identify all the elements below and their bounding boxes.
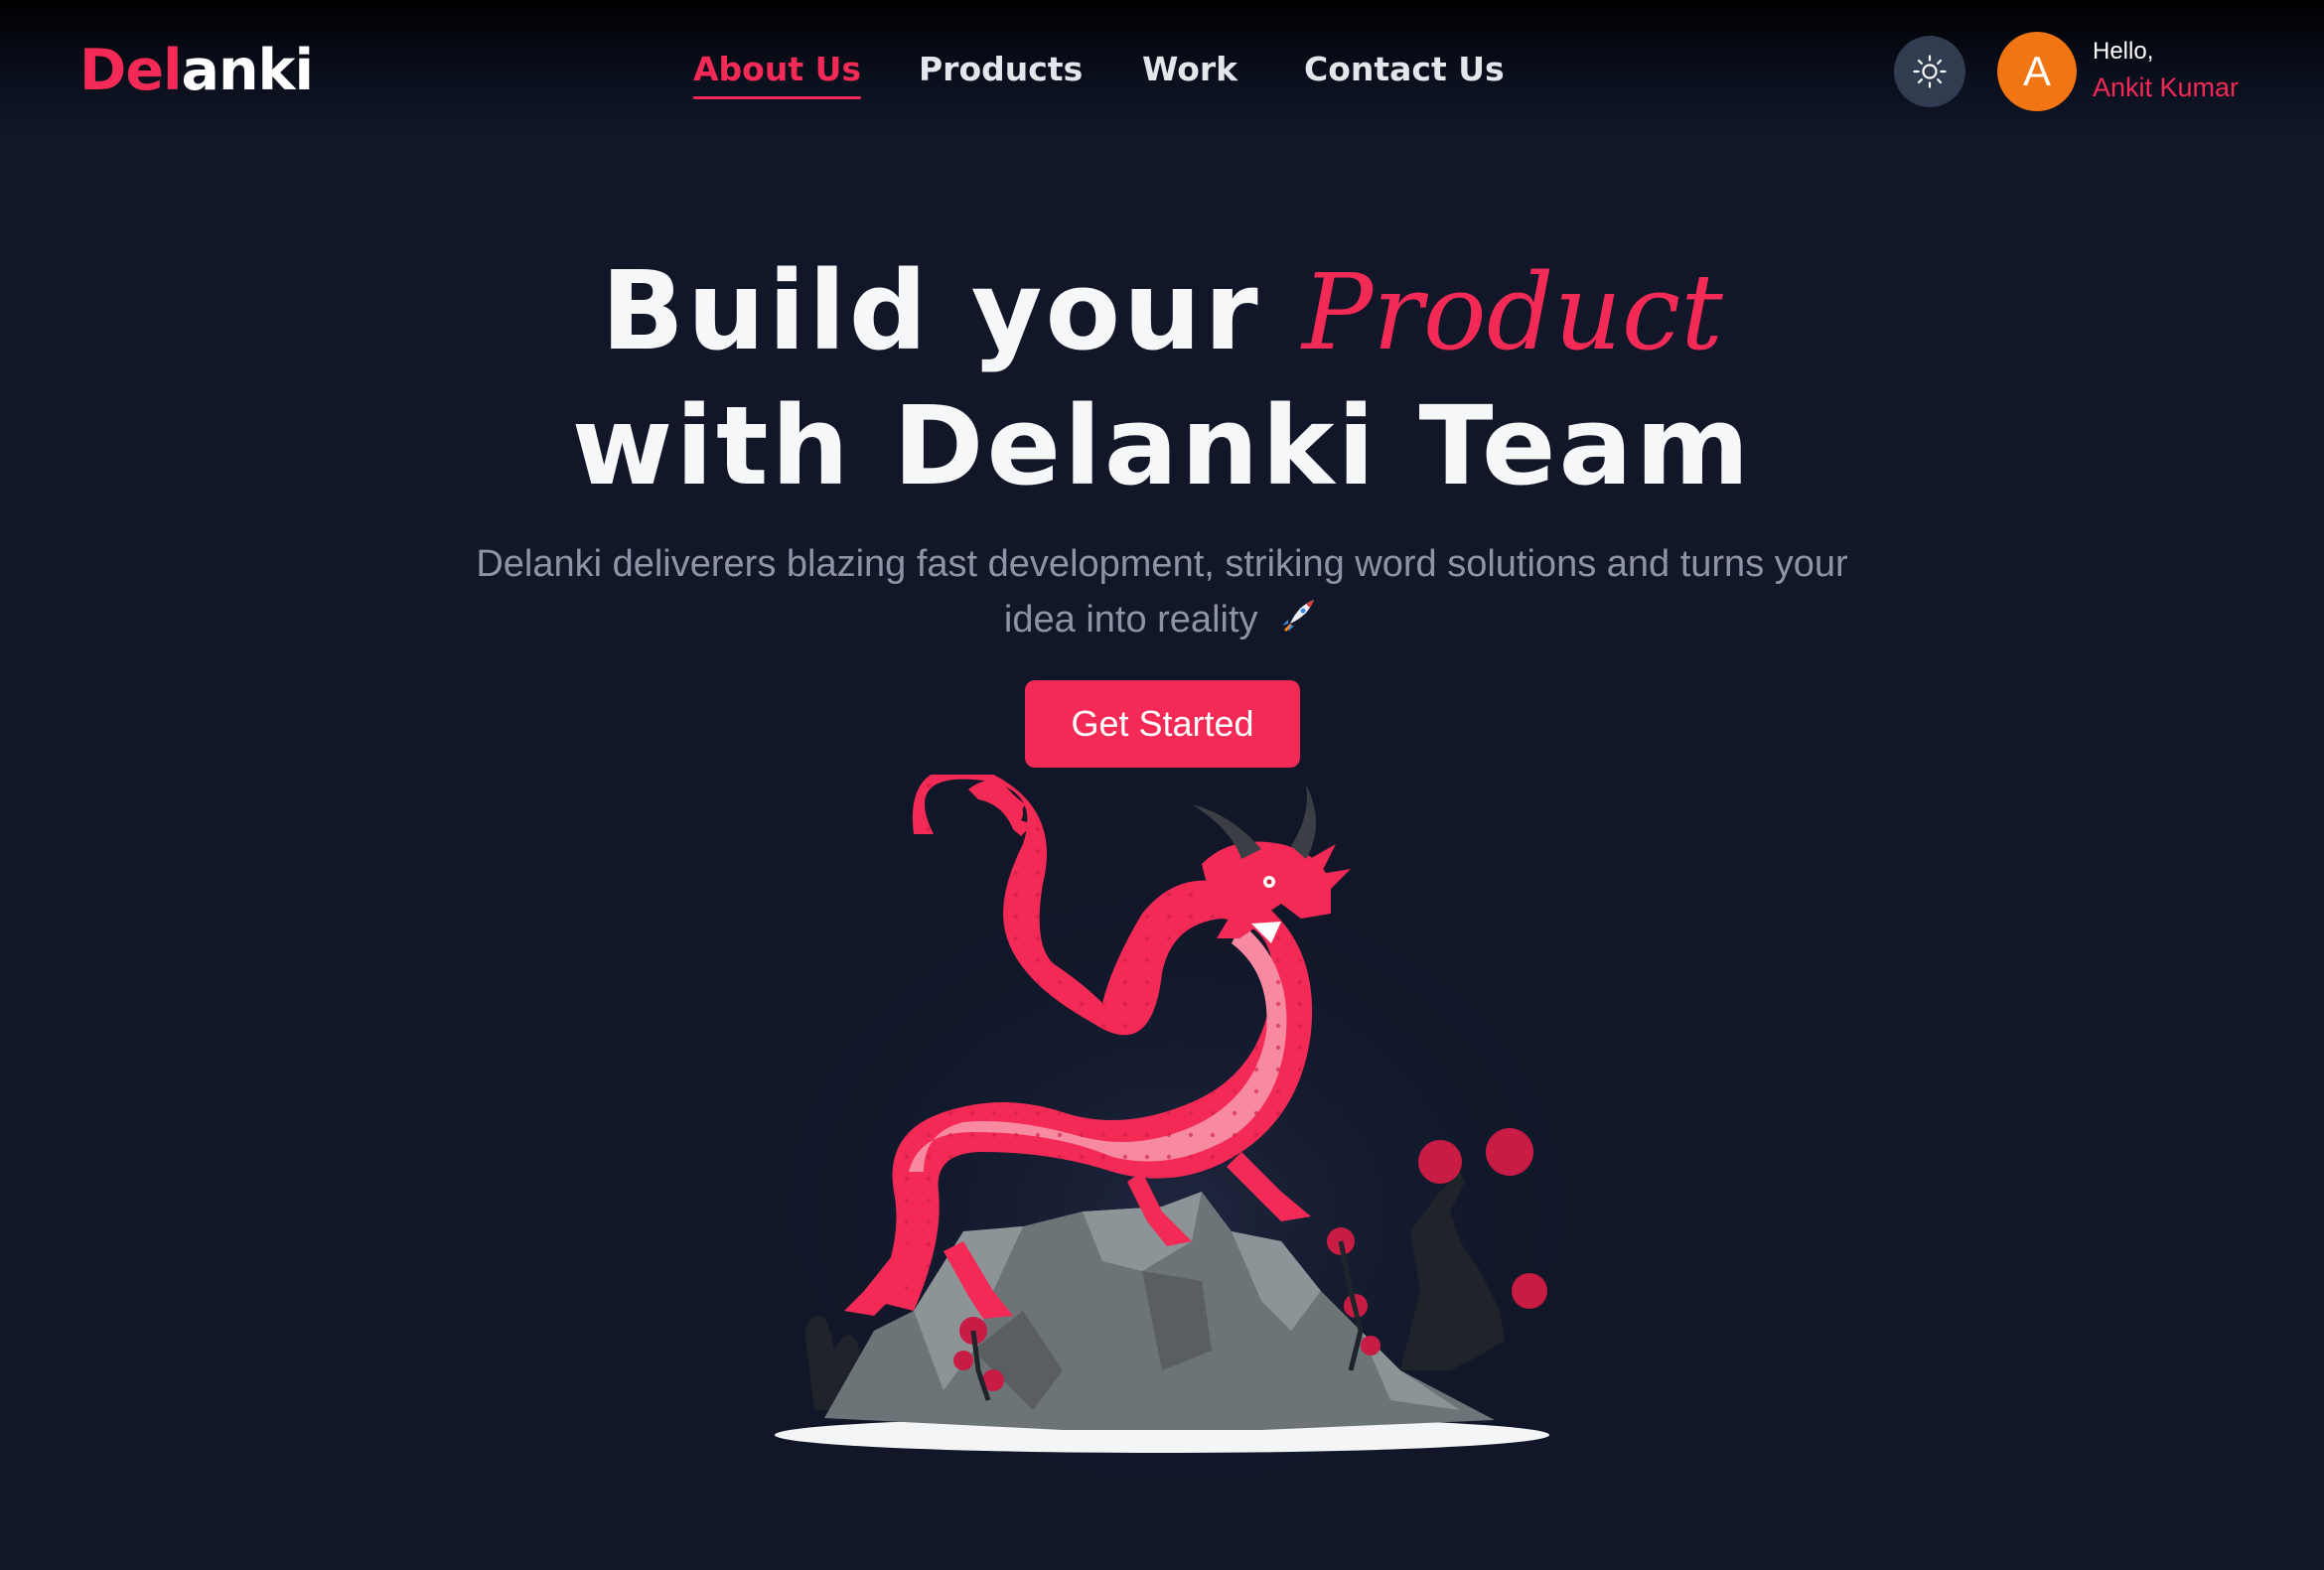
top-navbar: Delanki About Us Products Work Contact U… bbox=[0, 0, 2324, 139]
hero-title-highlight: Product bbox=[1301, 251, 1723, 373]
dragon-illustration bbox=[775, 775, 1574, 1480]
nav-about-us[interactable]: About Us bbox=[693, 44, 862, 99]
hero-title-line1: Build your Product bbox=[0, 246, 2324, 377]
rocket-icon bbox=[1282, 600, 1315, 632]
nav-work[interactable]: Work bbox=[1142, 44, 1237, 95]
nav-products[interactable]: Products bbox=[919, 44, 1083, 95]
hero-title-prefix: Build your bbox=[601, 247, 1261, 374]
user-greeting[interactable]: Hello, Ankit Kumar bbox=[2093, 36, 2239, 107]
logo-part-accent: Del bbox=[79, 38, 183, 103]
user-avatar[interactable]: A bbox=[1997, 32, 2077, 111]
logo-part-white: anki bbox=[181, 38, 314, 103]
brand-logo[interactable]: Delanki bbox=[79, 36, 314, 105]
landing-page: Delanki About Us Products Work Contact U… bbox=[0, 0, 2324, 1570]
theme-toggle-button[interactable] bbox=[1894, 36, 1965, 107]
hero-title-line2: with Delanki Team bbox=[571, 382, 1753, 509]
hero-subtitle: Delanki deliverers blazing fast developm… bbox=[417, 536, 1907, 647]
hero-subtitle-line2: idea into reality bbox=[1003, 599, 1258, 641]
greeting-text: Hello, bbox=[2093, 38, 2154, 65]
nav-contact-us[interactable]: Contact Us bbox=[1304, 44, 1505, 95]
user-name: Ankit Kumar bbox=[2093, 72, 2240, 102]
sun-icon bbox=[1913, 55, 1947, 88]
hero-subtitle-line1: Delanki deliverers blazing fast developm… bbox=[476, 543, 1848, 585]
get-started-button[interactable]: Get Started bbox=[1025, 680, 1300, 768]
